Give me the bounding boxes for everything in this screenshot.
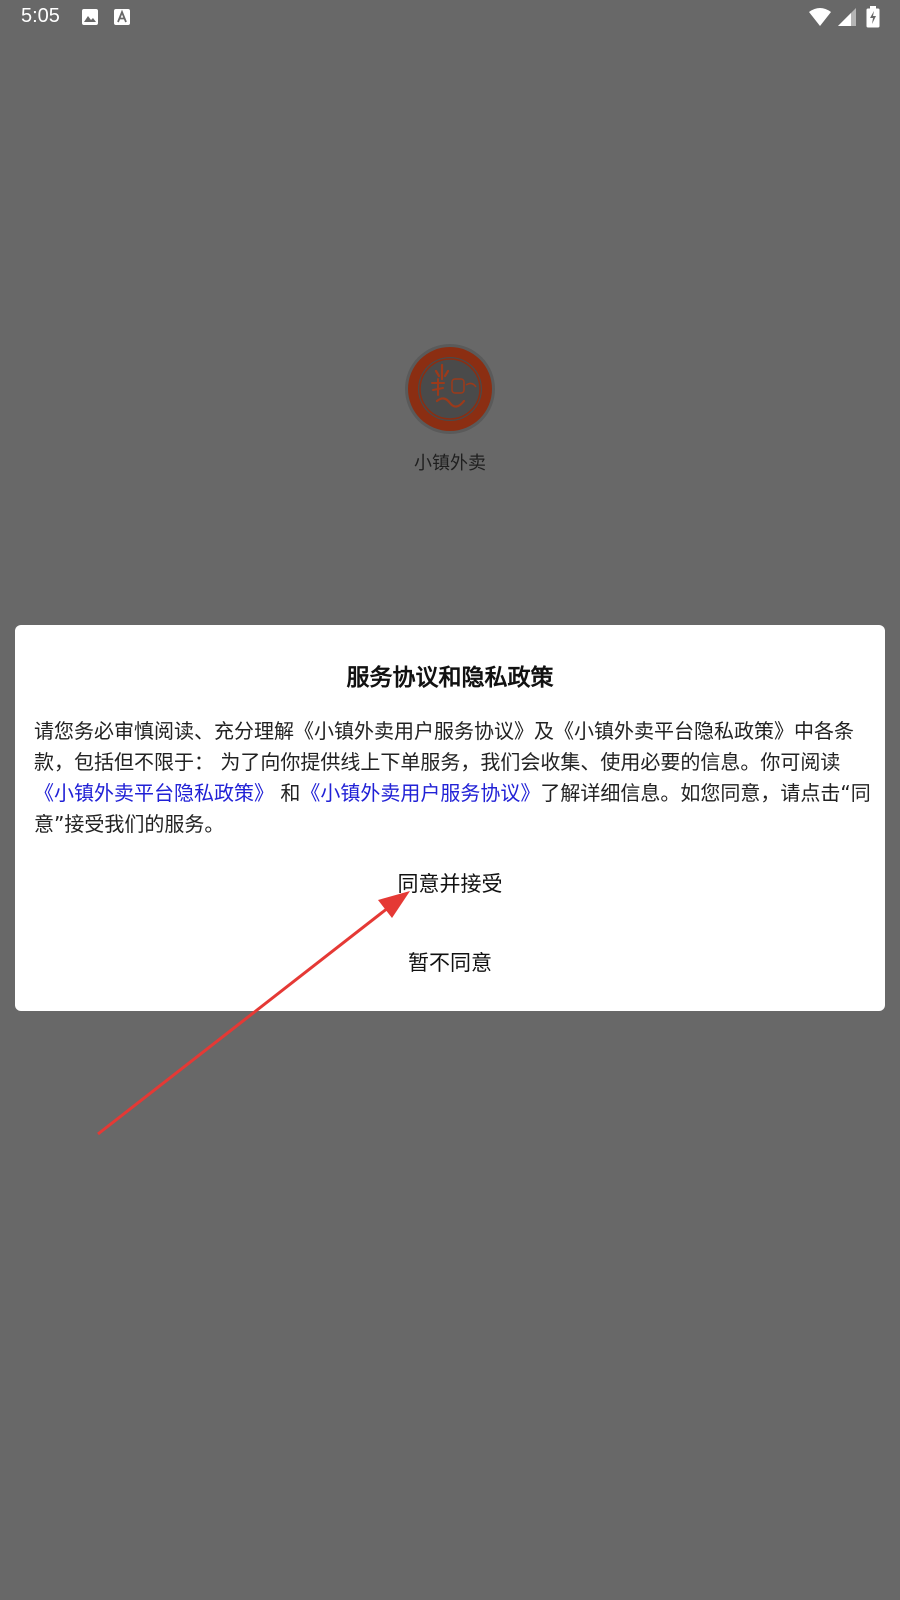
body-intro: 请您务必审慎阅读、充分理解《小镇外卖用户服务协议》及《小镇外卖平台隐私政策》中各… xyxy=(34,719,854,774)
service-agreement-link[interactable]: 《小镇外卖用户服务协议》 xyxy=(300,781,540,805)
a-text-icon xyxy=(114,8,130,30)
app-logo xyxy=(404,343,496,435)
status-bar: 5:05 xyxy=(0,0,900,36)
screen: 5:05 小镇外卖 服务协议和隐私政策 请您务必审慎阅读、充分理解《小镇外卖用户… xyxy=(0,0,900,1600)
privacy-policy-link[interactable]: 《小镇外卖平台隐私政策》 xyxy=(34,781,274,805)
app-name: 小镇外卖 xyxy=(414,453,486,474)
privacy-dialog: 服务协议和隐私政策 请您务必审慎阅读、充分理解《小镇外卖用户服务协议》及《小镇外… xyxy=(15,625,885,1011)
dialog-body: 请您务必审慎阅读、充分理解《小镇外卖用户服务协议》及《小镇外卖平台隐私政策》中各… xyxy=(34,716,878,840)
photo-icon xyxy=(81,8,99,30)
wifi-icon xyxy=(808,7,832,31)
signal-icon xyxy=(836,7,858,31)
dialog-title: 服务协议和隐私政策 xyxy=(346,665,554,691)
battery-icon xyxy=(866,6,880,32)
decline-button[interactable]: 暂不同意 xyxy=(15,947,885,977)
status-time: 5:05 xyxy=(21,5,60,27)
body-and: 和 xyxy=(274,781,301,805)
accept-button[interactable]: 同意并接受 xyxy=(15,868,885,898)
